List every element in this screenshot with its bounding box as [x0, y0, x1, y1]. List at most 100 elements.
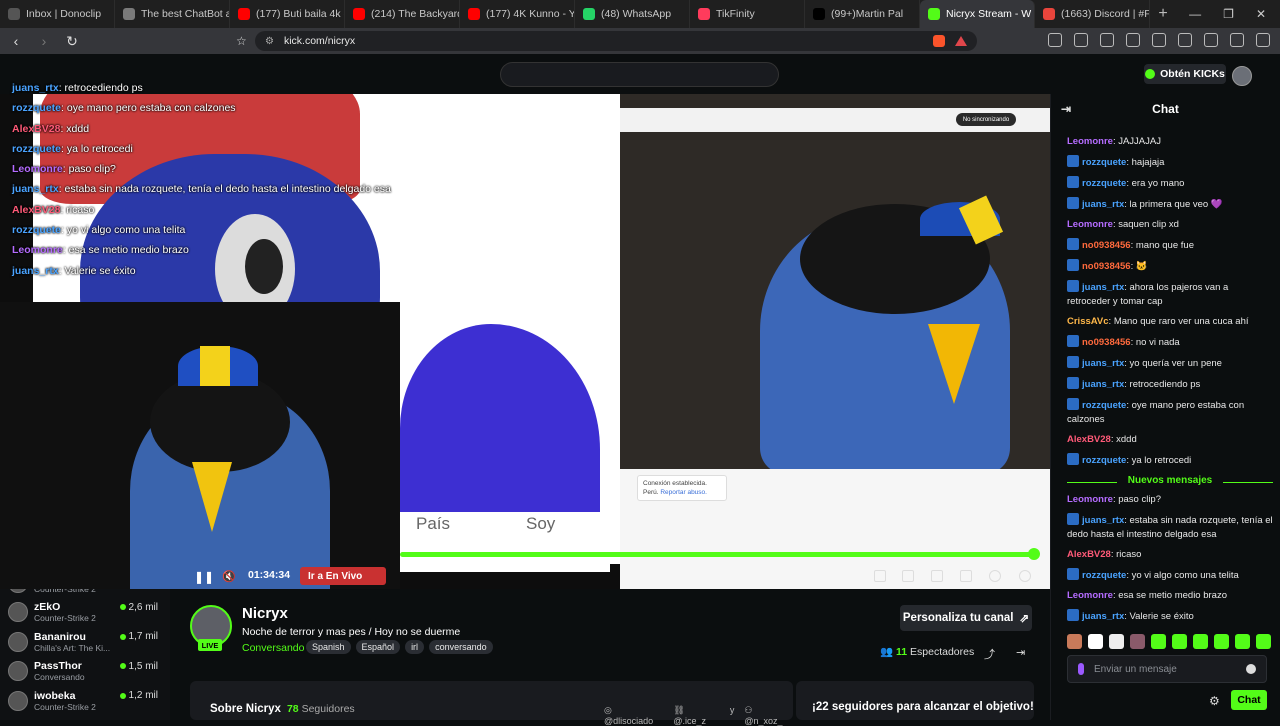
chat-username[interactable]: rozzquete	[1082, 455, 1126, 466]
settings-icon[interactable]	[1019, 570, 1031, 582]
chat-username[interactable]: rozzquete	[1082, 400, 1126, 411]
new-tab-button[interactable]: +	[1150, 5, 1176, 23]
restore-icon[interactable]: ❐	[1223, 7, 1234, 21]
customize-channel-button[interactable]: Personaliza tu canal ⇗	[900, 605, 1032, 631]
report-abuse-link[interactable]: Reportar abuso.	[660, 489, 707, 496]
vpn-icon[interactable]	[1230, 33, 1244, 47]
forward-icon[interactable]: ›	[36, 33, 52, 49]
chat-username[interactable]: juans_rtx	[1082, 199, 1124, 210]
emote-icon[interactable]	[1214, 634, 1229, 649]
chat-username[interactable]: Leomonre	[1067, 136, 1113, 147]
wallet-icon[interactable]	[1178, 33, 1192, 47]
go-live-button[interactable]: Ir a En Vivo	[300, 567, 386, 585]
emote-icon[interactable]	[1109, 634, 1124, 649]
progress-handle[interactable]	[1028, 548, 1040, 560]
recommended-channel[interactable]: PassThor Conversando 1,5 mil	[8, 657, 168, 687]
stream-tag[interactable]: Español	[355, 640, 401, 654]
chat-username[interactable]: juans_rtx	[1082, 515, 1124, 526]
chat-username[interactable]: Leomonre	[1067, 590, 1113, 601]
search-input[interactable]	[500, 62, 779, 87]
collapse-chat-icon[interactable]: ⇥	[1061, 102, 1071, 116]
progress-bar[interactable]	[400, 552, 1034, 557]
brave-shield-icon[interactable]	[933, 35, 945, 47]
browser-tab[interactable]: (48) WhatsApp	[575, 0, 690, 28]
share-icon[interactable]: ⤴	[984, 646, 995, 662]
browser-tab[interactable]: (99+)Martin Pal	[805, 0, 920, 28]
screenshot-icon[interactable]	[1100, 33, 1114, 47]
url-field[interactable]: ⚙ kick.com/nicryx	[255, 31, 977, 51]
recommended-channel[interactable]: Bananirou Chilla's Art: The Ki... 1,7 mil	[8, 627, 168, 657]
chat-username[interactable]: CrissAVc	[1067, 316, 1109, 327]
theater-mode-icon[interactable]	[931, 570, 943, 582]
browser-tab[interactable]: (214) The Backyardigan	[345, 0, 460, 28]
follow-icon[interactable]: ⇥	[1016, 646, 1025, 659]
browser-tab[interactable]: (177) 4K Kunno - YouTu	[460, 0, 575, 28]
chat-username[interactable]: no0938456	[1082, 337, 1131, 348]
site-info-icon[interactable]: ⚙	[265, 36, 274, 47]
chat-username[interactable]: no0938456	[1082, 261, 1131, 272]
link-link[interactable]: ⛓ @.ice_z	[673, 705, 719, 726]
chat-username[interactable]: juans_rtx	[1082, 379, 1124, 390]
quality-icon[interactable]	[989, 570, 1001, 582]
minimize-icon[interactable]: —	[1189, 7, 1201, 21]
browser-tab[interactable]: Nicryx Stream - W✕	[920, 0, 1035, 28]
miniplayer-icon[interactable]	[874, 570, 886, 582]
chat-input[interactable]: Enviar un mensaje	[1067, 655, 1267, 683]
music-icon[interactable]	[1126, 33, 1140, 47]
chat-settings-icon[interactable]: ⚙	[1209, 694, 1220, 708]
mic-icon[interactable]	[1078, 663, 1084, 675]
emote-icon[interactable]	[1067, 634, 1082, 649]
emote-icon[interactable]	[1088, 634, 1103, 649]
sidebar-icon[interactable]	[1152, 33, 1166, 47]
back-icon[interactable]: ‹	[8, 33, 24, 49]
pause-icon[interactable]: ❚❚	[194, 570, 214, 584]
emote-icon[interactable]	[1151, 634, 1166, 649]
browser-tab[interactable]: TikFinity	[690, 0, 805, 28]
avatar[interactable]	[1232, 66, 1252, 86]
recommended-channel[interactable]: zEkO Counter-Strike 2 2,6 mil	[8, 598, 168, 628]
chat-username[interactable]: AlexBV28	[1067, 434, 1111, 445]
emote-icon[interactable]	[1172, 634, 1187, 649]
chat-username[interactable]: AlexBV28	[1067, 549, 1111, 560]
emoji-icon[interactable]	[1246, 664, 1256, 674]
fullscreen-icon[interactable]	[960, 570, 972, 582]
chat-username[interactable]: Leomonre	[1067, 494, 1113, 505]
chat-username[interactable]: juans_rtx	[1082, 282, 1124, 293]
chat-username[interactable]: Leomonre	[1067, 219, 1113, 230]
bookmark-icon[interactable]: ☆	[236, 34, 247, 48]
instagram-link[interactable]: ◎ @dlisociado	[604, 705, 663, 726]
volume-muted-icon[interactable]: 🔇	[222, 570, 236, 583]
reload-icon[interactable]: ↻	[64, 33, 80, 50]
category-link[interactable]: Conversando	[242, 642, 304, 654]
connection-text: Conexión establecida.	[643, 480, 707, 487]
browser-tab[interactable]: (1663) Discord | #F	[1035, 0, 1150, 28]
browser-tab[interactable]: (177) Buti baila 4k con	[230, 0, 345, 28]
browser-tab[interactable]: The best ChatBot and	[115, 0, 230, 28]
get-kicks-button[interactable]: Obtén KICKs	[1144, 64, 1226, 84]
brave-rewards-icon[interactable]	[955, 36, 967, 46]
emote-icon[interactable]	[1256, 634, 1271, 649]
translate-icon[interactable]	[1048, 33, 1062, 47]
channel-name[interactable]: Nicryx	[242, 605, 288, 622]
chat-username[interactable]: juans_rtx	[1082, 358, 1124, 369]
chat-username[interactable]: rozzquete	[1082, 178, 1126, 189]
recommended-channel[interactable]: iwobeka Counter-Strike 2 1,2 mil	[8, 686, 168, 716]
emote-icon[interactable]	[1235, 634, 1250, 649]
chat-username[interactable]: rozzquete	[1082, 570, 1126, 581]
leo-icon[interactable]	[1204, 33, 1218, 47]
stream-tag[interactable]: conversando	[429, 640, 493, 654]
stream-tag[interactable]: irl	[405, 640, 425, 654]
chat-username[interactable]: rozzquete	[1082, 157, 1126, 168]
close-window-icon[interactable]: ✕	[1256, 7, 1266, 21]
emote-icon[interactable]	[1193, 634, 1208, 649]
social3-link[interactable]: ⚇ @n_xoz_	[744, 705, 793, 726]
chat-username[interactable]: juans_rtx	[1082, 611, 1124, 622]
browser-tab[interactable]: Inbox | Donoclip	[0, 0, 115, 28]
stream-tag[interactable]: Spanish	[306, 640, 351, 654]
emote-icon[interactable]	[1130, 634, 1145, 649]
clip-icon[interactable]	[902, 570, 914, 582]
menu-icon[interactable]	[1256, 33, 1270, 47]
extensions-icon[interactable]	[1074, 33, 1088, 47]
chat-username[interactable]: no0938456	[1082, 240, 1131, 251]
send-chat-button[interactable]: Chat	[1231, 690, 1267, 710]
